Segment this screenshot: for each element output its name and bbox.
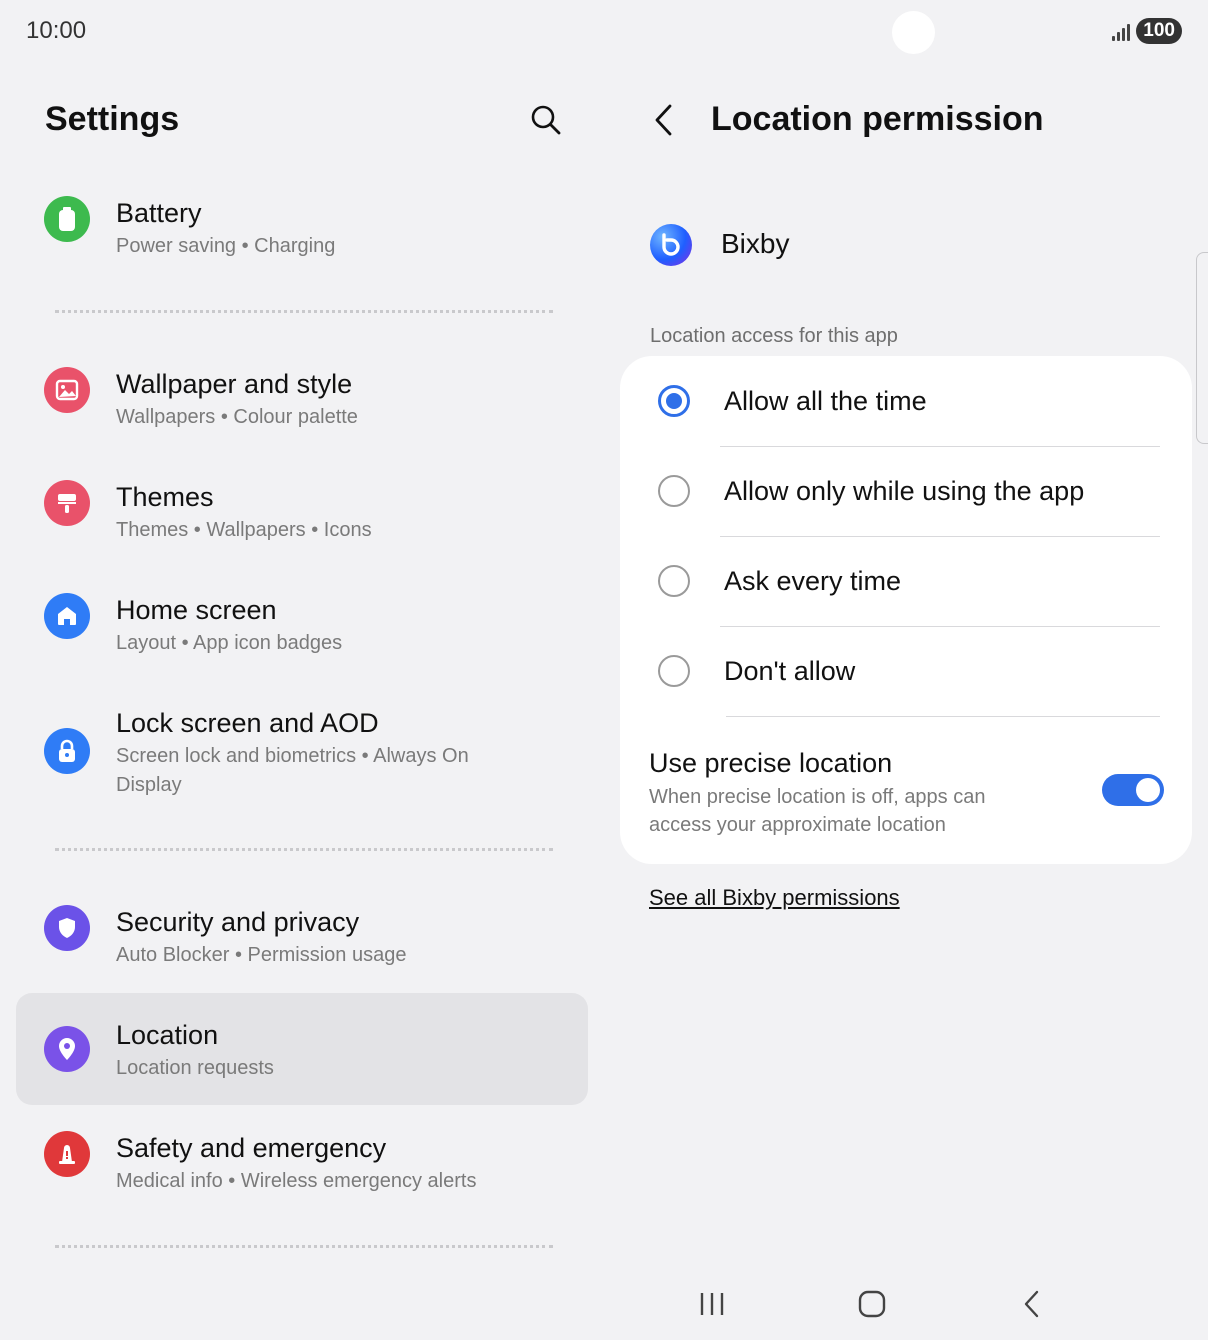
back-nav-button[interactable] [1010, 1284, 1054, 1324]
signal-icon [1112, 21, 1131, 41]
precise-location-toggle[interactable] [1102, 774, 1164, 806]
home-icon [44, 593, 90, 639]
settings-item-security[interactable]: Security and privacy Auto Blocker • Perm… [16, 905, 588, 970]
lock-icon [44, 728, 90, 774]
settings-item-battery[interactable]: Battery Power saving • Charging [16, 196, 588, 261]
emergency-icon [44, 1131, 90, 1177]
option-label: Allow all the time [724, 385, 927, 416]
radio-button[interactable] [658, 475, 690, 507]
settings-item-subtitle: Power saving • Charging [116, 235, 336, 257]
shield-icon [44, 905, 90, 951]
settings-item-location[interactable]: Location Location requests [16, 993, 588, 1105]
status-indicators: 100 [1112, 18, 1182, 44]
home-button[interactable] [850, 1284, 894, 1324]
settings-item-title: Wallpaper and style [116, 369, 353, 399]
precise-location-title: Use precise location [649, 748, 893, 778]
search-button[interactable] [526, 100, 566, 140]
back-button[interactable] [646, 100, 682, 140]
row-divider [726, 716, 1160, 717]
settings-item-subtitle: Themes • Wallpapers • Icons [116, 519, 372, 541]
settings-item-title: Battery [116, 198, 202, 228]
settings-item-title: Themes [116, 482, 214, 512]
section-divider [55, 1245, 553, 1248]
settings-item-title: Lock screen and AOD [116, 708, 379, 738]
settings-item-subtitle: Medical info • Wireless emergency alerts [116, 1170, 477, 1192]
recents-button[interactable] [690, 1284, 734, 1324]
option-ask-every-time[interactable]: Ask every time [620, 536, 1192, 626]
settings-item-subtitle: Auto Blocker • Permission usage [116, 944, 407, 966]
settings-item-title: Security and privacy [116, 907, 360, 937]
option-label: Allow only while using the app [724, 475, 1085, 506]
location-pin-icon [44, 1026, 90, 1072]
settings-item-subtitle: Layout • App icon badges [116, 632, 343, 654]
settings-title: Settings [45, 100, 180, 138]
option-label: Ask every time [724, 565, 902, 596]
settings-item-subtitle: Screen lock and biometrics • Always On D… [116, 745, 469, 796]
option-dont-allow[interactable]: Don't allow [620, 626, 1192, 716]
app-name: Bixby [721, 228, 790, 259]
wallpaper-icon [44, 367, 90, 413]
radio-button[interactable] [658, 565, 690, 597]
settings-item-subtitle: Wallpapers • Colour palette [116, 406, 358, 428]
edge-panel-handle[interactable] [1196, 252, 1208, 444]
toggle-knob [1136, 778, 1160, 802]
settings-item-subtitle: Location requests [116, 1057, 274, 1079]
home-nav-icon [858, 1290, 886, 1318]
see-all-permissions-link[interactable]: See all Bixby permissions [649, 885, 900, 911]
settings-item-lock-screen[interactable]: Lock screen and AOD Screen lock and biom… [16, 706, 588, 800]
settings-item-title: Home screen [116, 595, 277, 625]
settings-item-themes[interactable]: Themes Themes • Wallpapers • Icons [16, 480, 588, 545]
settings-item-title: Safety and emergency [116, 1133, 387, 1163]
recents-icon [700, 1293, 724, 1315]
location-access-card: Allow all the time Allow only while usin… [620, 356, 1192, 864]
battery-level-badge: 100 [1136, 18, 1182, 44]
settings-item-home-screen[interactable]: Home screen Layout • App icon badges [16, 593, 588, 658]
chevron-left-icon [655, 104, 672, 136]
battery-icon [44, 196, 90, 242]
search-icon [531, 105, 561, 135]
settings-item-title: Location [116, 1020, 219, 1050]
section-divider [55, 848, 553, 851]
precise-location-description: When precise location is off, apps can a… [649, 786, 986, 836]
settings-item-safety[interactable]: Safety and emergency Medical info • Wire… [16, 1131, 588, 1196]
radio-button[interactable] [658, 655, 690, 687]
page-title: Location permission [711, 100, 1044, 138]
option-label: Don't allow [724, 655, 856, 686]
back-nav-icon [1024, 1290, 1039, 1318]
option-allow-all-the-time[interactable]: Allow all the time [620, 356, 1192, 446]
camera-cutout [892, 11, 935, 54]
option-allow-while-using[interactable]: Allow only while using the app [620, 446, 1192, 536]
section-divider [55, 310, 553, 313]
bixby-app-icon [650, 224, 692, 266]
themes-brush-icon [44, 480, 90, 526]
settings-item-wallpaper[interactable]: Wallpaper and style Wallpapers • Colour … [16, 367, 588, 432]
status-time: 10:00 [26, 17, 87, 44]
radio-button-checked[interactable] [658, 385, 690, 417]
section-label: Location access for this app [650, 325, 898, 347]
